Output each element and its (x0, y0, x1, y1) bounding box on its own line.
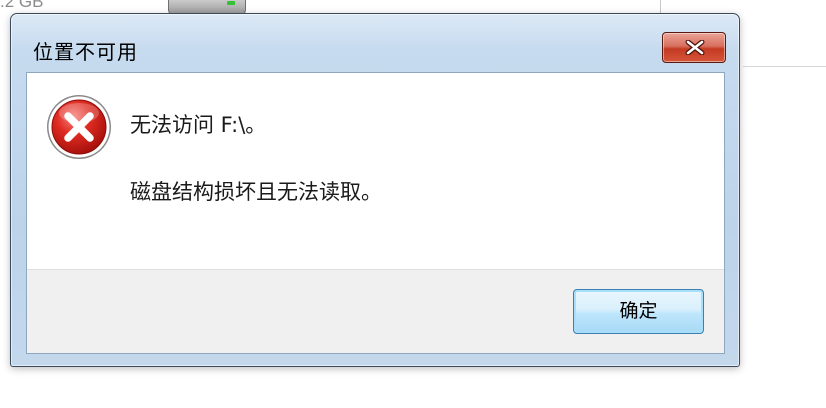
error-icon (47, 95, 111, 159)
close-icon (685, 40, 705, 55)
dialog-title: 位置不可用 (33, 40, 138, 64)
dialog-titlebar[interactable]: 位置不可用 (11, 14, 739, 72)
error-dialog: 位置不可用 无法访问 F:\。 磁盘结构损坏且无法读取。 确定 (10, 13, 740, 367)
background-divider (743, 66, 826, 67)
error-message-title: 无法访问 F:\。 (130, 113, 267, 137)
message-area: 无法访问 F:\。 磁盘结构损坏且无法读取。 (27, 73, 724, 270)
dialog-content: 无法访问 F:\。 磁盘结构损坏且无法读取。 确定 (26, 72, 725, 354)
ok-button[interactable]: 确定 (573, 289, 704, 334)
close-button[interactable] (662, 32, 726, 63)
background-drive-size: .2 GB (0, 0, 44, 11)
background-divider (660, 0, 661, 14)
error-message-detail: 磁盘结构损坏且无法读取。 (130, 180, 382, 204)
